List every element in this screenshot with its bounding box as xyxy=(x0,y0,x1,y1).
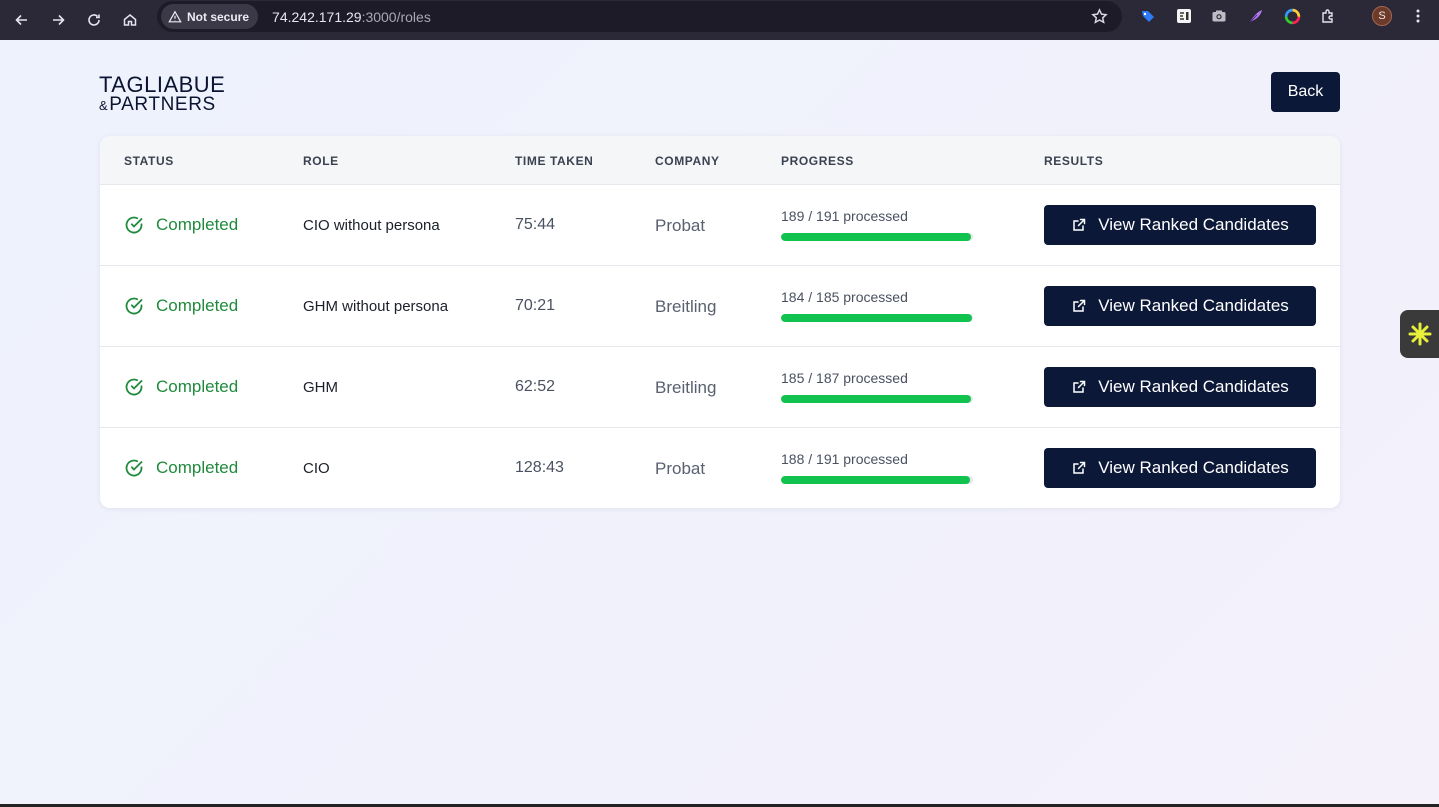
extension-document-icon[interactable] xyxy=(1175,7,1193,25)
progress-bar-fill xyxy=(781,476,970,484)
role-cell: GHM xyxy=(303,379,338,396)
company-cell: Breitling xyxy=(655,297,717,316)
progress-text: 189 / 191 processed xyxy=(781,208,908,224)
external-link-icon xyxy=(1073,461,1086,474)
view-ranked-candidates-button[interactable]: View Ranked Candidates xyxy=(1044,205,1316,245)
view-ranked-candidates-button[interactable]: View Ranked Candidates xyxy=(1044,448,1316,488)
view-ranked-candidates-button[interactable]: View Ranked Candidates xyxy=(1044,286,1316,326)
company-logo: TAGLIABUE &PARTNERS xyxy=(99,72,226,115)
security-chip[interactable]: Not secure xyxy=(161,4,259,29)
address-bar[interactable]: Not secure 74.242.171.29:3000/roles xyxy=(157,1,1122,32)
logo-ampersand: & xyxy=(99,98,109,113)
status-text: Completed xyxy=(156,377,239,396)
bookmark-star-icon[interactable] xyxy=(1091,8,1108,25)
asterisk-spark-icon xyxy=(1408,322,1431,346)
external-link-icon xyxy=(1073,218,1086,231)
extension-color-ring-icon[interactable] xyxy=(1283,7,1301,25)
progress-bar xyxy=(781,476,973,484)
url-text[interactable]: 74.242.171.29:3000/roles xyxy=(272,9,431,25)
status-cell: Completed xyxy=(124,215,238,235)
header-progress: PROGRESS xyxy=(781,154,854,168)
company-cell: Breitling xyxy=(655,378,717,397)
progress-cell: 184 / 185 processed xyxy=(781,289,973,322)
time-taken-cell: 75:44 xyxy=(515,216,556,233)
view-ranked-candidates-label: View Ranked Candidates xyxy=(1098,377,1289,396)
progress-bar xyxy=(781,233,973,241)
extension-camera-icon[interactable] xyxy=(1210,7,1228,25)
home-icon[interactable] xyxy=(112,4,148,36)
table-row: Completed CIO without persona 75:44 Prob… xyxy=(100,185,1340,266)
url-host: 74.242.171.29 xyxy=(272,8,362,25)
role-cell: CIO xyxy=(303,460,330,477)
table-row: Completed GHM without persona 70:21 Brei… xyxy=(100,266,1340,347)
table-row: Completed CIO 128:43 Probat 188 / 191 pr… xyxy=(100,428,1340,508)
extension-tag-icon[interactable] xyxy=(1139,7,1157,25)
security-chip-label: Not secure xyxy=(187,9,250,24)
check-circle-icon xyxy=(125,297,143,315)
status-text: Completed xyxy=(156,296,239,315)
external-link-icon xyxy=(1073,380,1086,393)
time-taken-cell: 62:52 xyxy=(515,378,556,395)
status-text: Completed xyxy=(156,215,239,234)
back-arrow-icon[interactable] xyxy=(4,4,40,36)
check-circle-icon xyxy=(125,216,143,234)
profile-avatar[interactable]: S xyxy=(1372,6,1392,26)
status-cell: Completed xyxy=(124,296,238,316)
status-cell: Completed xyxy=(124,458,238,478)
table-header: STATUS ROLE TIME TAKEN COMPANY PROGRESS … xyxy=(100,136,1340,185)
company-cell: Probat xyxy=(655,216,706,235)
side-widget-button[interactable] xyxy=(1400,310,1439,358)
warning-triangle-icon xyxy=(168,10,182,22)
check-circle-icon xyxy=(125,459,143,477)
page: TAGLIABUE &PARTNERS Back STATUS ROLE TIM… xyxy=(0,40,1439,807)
header-status: STATUS xyxy=(124,154,174,168)
url-path: :3000/roles xyxy=(361,8,431,25)
view-ranked-candidates-label: View Ranked Candidates xyxy=(1098,296,1289,315)
time-taken-cell: 128:43 xyxy=(515,459,564,476)
header-role: ROLE xyxy=(303,154,339,168)
progress-bar xyxy=(781,314,973,322)
header-company: COMPANY xyxy=(655,154,720,168)
view-ranked-candidates-label: View Ranked Candidates xyxy=(1098,215,1289,234)
check-circle-icon xyxy=(125,378,143,396)
header-time-taken: TIME TAKEN xyxy=(515,154,594,168)
extensions-puzzle-icon[interactable] xyxy=(1319,7,1337,25)
view-ranked-candidates-button[interactable]: View Ranked Candidates xyxy=(1044,367,1316,407)
roles-table: STATUS ROLE TIME TAKEN COMPANY PROGRESS … xyxy=(100,136,1340,508)
progress-text: 184 / 185 processed xyxy=(781,289,908,305)
time-taken-cell: 70:21 xyxy=(515,297,556,314)
progress-cell: 188 / 191 processed xyxy=(781,451,973,484)
external-link-icon xyxy=(1073,299,1086,312)
view-ranked-candidates-label: View Ranked Candidates xyxy=(1098,458,1289,477)
logo-line-1: TAGLIABUE xyxy=(99,72,226,97)
progress-text: 185 / 187 processed xyxy=(781,370,908,386)
browser-toolbar: Not secure 74.242.171.29:3000/roles S xyxy=(0,0,1439,40)
browser-nav xyxy=(0,4,148,36)
company-cell: Probat xyxy=(655,459,706,478)
status-cell: Completed xyxy=(124,377,238,397)
forward-arrow-icon[interactable] xyxy=(40,4,76,36)
role-cell: CIO without persona xyxy=(303,217,440,234)
progress-bar-fill xyxy=(781,395,971,403)
reload-icon[interactable] xyxy=(76,4,112,36)
back-button[interactable]: Back xyxy=(1271,72,1340,112)
logo-line-2: &PARTNERS xyxy=(99,95,225,114)
progress-cell: 189 / 191 processed xyxy=(781,208,973,241)
progress-bar xyxy=(781,395,973,403)
table-row: Completed GHM 62:52 Breitling 185 / 187 … xyxy=(100,347,1340,428)
extension-feather-icon[interactable] xyxy=(1247,7,1265,25)
role-cell: GHM without persona xyxy=(303,298,449,315)
progress-bar-fill xyxy=(781,314,972,322)
status-text: Completed xyxy=(156,458,239,477)
progress-text: 188 / 191 processed xyxy=(781,451,908,467)
progress-bar-fill xyxy=(781,233,971,241)
progress-cell: 185 / 187 processed xyxy=(781,370,973,403)
header-results: RESULTS xyxy=(1044,154,1104,168)
browser-menu-icon[interactable] xyxy=(1410,8,1426,24)
logo-line-2-text: PARTNERS xyxy=(109,94,216,115)
